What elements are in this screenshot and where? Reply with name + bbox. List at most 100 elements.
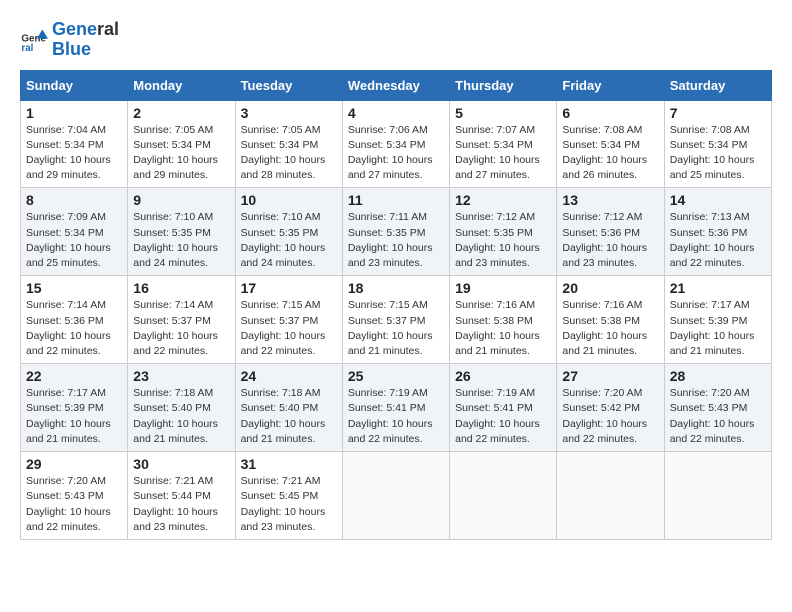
- logo-text-line1: General: [52, 20, 119, 40]
- day-cell-19: 19 Sunrise: 7:16 AMSunset: 5:38 PMDaylig…: [450, 276, 557, 364]
- day-info: Sunrise: 7:08 AMSunset: 5:34 PMDaylight:…: [562, 124, 647, 182]
- day-info: Sunrise: 7:09 AMSunset: 5:34 PMDaylight:…: [26, 211, 111, 269]
- header: Gene ral General Blue: [20, 20, 772, 60]
- day-number: 16: [133, 280, 229, 296]
- day-info: Sunrise: 7:05 AMSunset: 5:34 PMDaylight:…: [133, 124, 218, 182]
- day-number: 2: [133, 105, 229, 121]
- day-cell-21: 21 Sunrise: 7:17 AMSunset: 5:39 PMDaylig…: [664, 276, 771, 364]
- day-number: 7: [670, 105, 766, 121]
- calendar-week-4: 22 Sunrise: 7:17 AMSunset: 5:39 PMDaylig…: [21, 364, 772, 452]
- day-cell-23: 23 Sunrise: 7:18 AMSunset: 5:40 PMDaylig…: [128, 364, 235, 452]
- day-number: 6: [562, 105, 658, 121]
- day-cell-12: 12 Sunrise: 7:12 AMSunset: 5:35 PMDaylig…: [450, 188, 557, 276]
- day-info: Sunrise: 7:19 AMSunset: 5:41 PMDaylight:…: [455, 387, 540, 445]
- day-cell-3: 3 Sunrise: 7:05 AMSunset: 5:34 PMDayligh…: [235, 100, 342, 188]
- logo: Gene ral General Blue: [20, 20, 119, 60]
- day-info: Sunrise: 7:13 AMSunset: 5:36 PMDaylight:…: [670, 211, 755, 269]
- day-cell-22: 22 Sunrise: 7:17 AMSunset: 5:39 PMDaylig…: [21, 364, 128, 452]
- day-number: 28: [670, 368, 766, 384]
- day-cell-17: 17 Sunrise: 7:15 AMSunset: 5:37 PMDaylig…: [235, 276, 342, 364]
- day-cell-30: 30 Sunrise: 7:21 AMSunset: 5:44 PMDaylig…: [128, 452, 235, 540]
- day-info: Sunrise: 7:18 AMSunset: 5:40 PMDaylight:…: [133, 387, 218, 445]
- day-info: Sunrise: 7:14 AMSunset: 5:36 PMDaylight:…: [26, 299, 111, 357]
- day-info: Sunrise: 7:12 AMSunset: 5:36 PMDaylight:…: [562, 211, 647, 269]
- day-info: Sunrise: 7:15 AMSunset: 5:37 PMDaylight:…: [348, 299, 433, 357]
- day-cell-7: 7 Sunrise: 7:08 AMSunset: 5:34 PMDayligh…: [664, 100, 771, 188]
- day-info: Sunrise: 7:06 AMSunset: 5:34 PMDaylight:…: [348, 124, 433, 182]
- day-cell-5: 5 Sunrise: 7:07 AMSunset: 5:34 PMDayligh…: [450, 100, 557, 188]
- day-info: Sunrise: 7:21 AMSunset: 5:44 PMDaylight:…: [133, 475, 218, 533]
- day-number: 22: [26, 368, 122, 384]
- day-number: 4: [348, 105, 444, 121]
- day-info: Sunrise: 7:10 AMSunset: 5:35 PMDaylight:…: [241, 211, 326, 269]
- day-number: 29: [26, 456, 122, 472]
- day-number: 12: [455, 192, 551, 208]
- day-info: Sunrise: 7:17 AMSunset: 5:39 PMDaylight:…: [670, 299, 755, 357]
- column-header-tuesday: Tuesday: [235, 70, 342, 100]
- day-number: 5: [455, 105, 551, 121]
- day-number: 17: [241, 280, 337, 296]
- svg-text:ral: ral: [21, 43, 33, 54]
- empty-cell: [557, 452, 664, 540]
- day-cell-29: 29 Sunrise: 7:20 AMSunset: 5:43 PMDaylig…: [21, 452, 128, 540]
- day-number: 25: [348, 368, 444, 384]
- empty-cell: [450, 452, 557, 540]
- empty-cell: [342, 452, 449, 540]
- day-number: 24: [241, 368, 337, 384]
- day-cell-24: 24 Sunrise: 7:18 AMSunset: 5:40 PMDaylig…: [235, 364, 342, 452]
- day-number: 11: [348, 192, 444, 208]
- logo-text-line2: Blue: [52, 40, 119, 60]
- calendar-header-row: SundayMondayTuesdayWednesdayThursdayFrid…: [21, 70, 772, 100]
- day-info: Sunrise: 7:10 AMSunset: 5:35 PMDaylight:…: [133, 211, 218, 269]
- day-info: Sunrise: 7:19 AMSunset: 5:41 PMDaylight:…: [348, 387, 433, 445]
- day-info: Sunrise: 7:12 AMSunset: 5:35 PMDaylight:…: [455, 211, 540, 269]
- day-cell-27: 27 Sunrise: 7:20 AMSunset: 5:42 PMDaylig…: [557, 364, 664, 452]
- day-cell-16: 16 Sunrise: 7:14 AMSunset: 5:37 PMDaylig…: [128, 276, 235, 364]
- day-number: 9: [133, 192, 229, 208]
- day-info: Sunrise: 7:20 AMSunset: 5:43 PMDaylight:…: [26, 475, 111, 533]
- day-cell-6: 6 Sunrise: 7:08 AMSunset: 5:34 PMDayligh…: [557, 100, 664, 188]
- day-cell-14: 14 Sunrise: 7:13 AMSunset: 5:36 PMDaylig…: [664, 188, 771, 276]
- day-cell-11: 11 Sunrise: 7:11 AMSunset: 5:35 PMDaylig…: [342, 188, 449, 276]
- day-number: 19: [455, 280, 551, 296]
- calendar-week-1: 1 Sunrise: 7:04 AMSunset: 5:34 PMDayligh…: [21, 100, 772, 188]
- day-number: 15: [26, 280, 122, 296]
- day-info: Sunrise: 7:07 AMSunset: 5:34 PMDaylight:…: [455, 124, 540, 182]
- day-cell-15: 15 Sunrise: 7:14 AMSunset: 5:36 PMDaylig…: [21, 276, 128, 364]
- day-cell-13: 13 Sunrise: 7:12 AMSunset: 5:36 PMDaylig…: [557, 188, 664, 276]
- calendar-table: SundayMondayTuesdayWednesdayThursdayFrid…: [20, 70, 772, 540]
- day-cell-25: 25 Sunrise: 7:19 AMSunset: 5:41 PMDaylig…: [342, 364, 449, 452]
- calendar-week-3: 15 Sunrise: 7:14 AMSunset: 5:36 PMDaylig…: [21, 276, 772, 364]
- column-header-wednesday: Wednesday: [342, 70, 449, 100]
- day-cell-4: 4 Sunrise: 7:06 AMSunset: 5:34 PMDayligh…: [342, 100, 449, 188]
- day-info: Sunrise: 7:14 AMSunset: 5:37 PMDaylight:…: [133, 299, 218, 357]
- day-number: 30: [133, 456, 229, 472]
- calendar-week-5: 29 Sunrise: 7:20 AMSunset: 5:43 PMDaylig…: [21, 452, 772, 540]
- day-info: Sunrise: 7:20 AMSunset: 5:42 PMDaylight:…: [562, 387, 647, 445]
- day-info: Sunrise: 7:20 AMSunset: 5:43 PMDaylight:…: [670, 387, 755, 445]
- day-cell-20: 20 Sunrise: 7:16 AMSunset: 5:38 PMDaylig…: [557, 276, 664, 364]
- day-info: Sunrise: 7:05 AMSunset: 5:34 PMDaylight:…: [241, 124, 326, 182]
- day-info: Sunrise: 7:18 AMSunset: 5:40 PMDaylight:…: [241, 387, 326, 445]
- day-number: 14: [670, 192, 766, 208]
- day-cell-1: 1 Sunrise: 7:04 AMSunset: 5:34 PMDayligh…: [21, 100, 128, 188]
- day-number: 27: [562, 368, 658, 384]
- day-cell-28: 28 Sunrise: 7:20 AMSunset: 5:43 PMDaylig…: [664, 364, 771, 452]
- day-cell-18: 18 Sunrise: 7:15 AMSunset: 5:37 PMDaylig…: [342, 276, 449, 364]
- day-cell-26: 26 Sunrise: 7:19 AMSunset: 5:41 PMDaylig…: [450, 364, 557, 452]
- calendar-week-2: 8 Sunrise: 7:09 AMSunset: 5:34 PMDayligh…: [21, 188, 772, 276]
- day-info: Sunrise: 7:16 AMSunset: 5:38 PMDaylight:…: [455, 299, 540, 357]
- day-cell-2: 2 Sunrise: 7:05 AMSunset: 5:34 PMDayligh…: [128, 100, 235, 188]
- day-cell-31: 31 Sunrise: 7:21 AMSunset: 5:45 PMDaylig…: [235, 452, 342, 540]
- day-number: 13: [562, 192, 658, 208]
- day-info: Sunrise: 7:16 AMSunset: 5:38 PMDaylight:…: [562, 299, 647, 357]
- day-info: Sunrise: 7:11 AMSunset: 5:35 PMDaylight:…: [348, 211, 433, 269]
- day-number: 31: [241, 456, 337, 472]
- day-info: Sunrise: 7:21 AMSunset: 5:45 PMDaylight:…: [241, 475, 326, 533]
- day-number: 1: [26, 105, 122, 121]
- empty-cell: [664, 452, 771, 540]
- logo-icon: Gene ral: [20, 26, 48, 54]
- day-number: 23: [133, 368, 229, 384]
- day-info: Sunrise: 7:17 AMSunset: 5:39 PMDaylight:…: [26, 387, 111, 445]
- day-info: Sunrise: 7:08 AMSunset: 5:34 PMDaylight:…: [670, 124, 755, 182]
